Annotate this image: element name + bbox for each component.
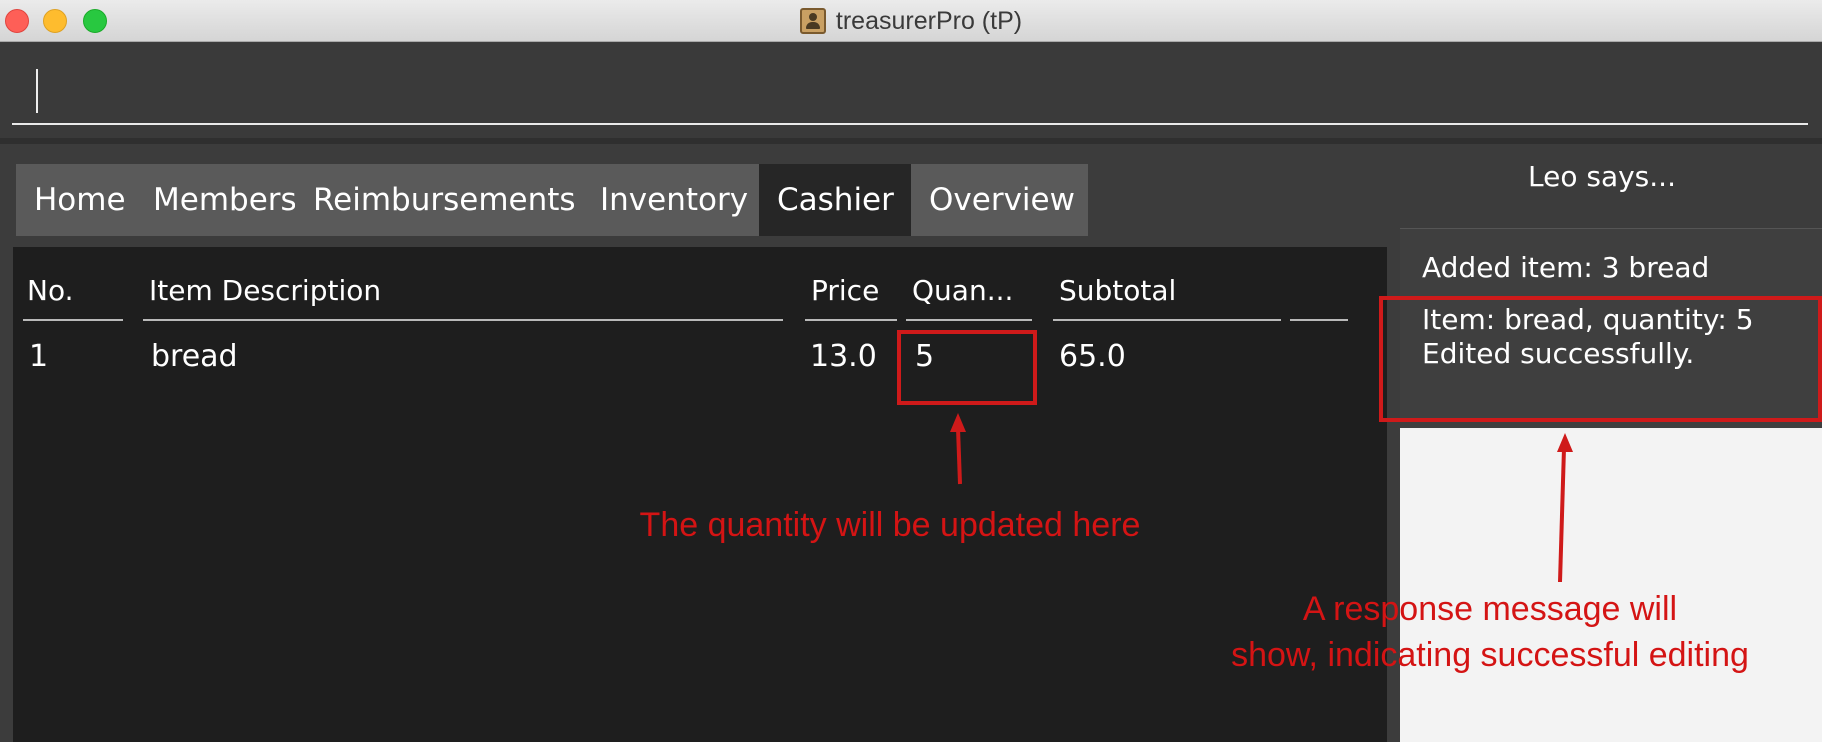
quantity-arrow-shaft <box>956 427 962 485</box>
quantity-arrow-head <box>950 413 966 432</box>
response-arrow-head <box>1557 433 1573 452</box>
response-arrow-shaft <box>1558 447 1566 583</box>
response-annotation-line2: show, indicating successful editing <box>1231 636 1749 674</box>
response-annotation-line1: A response message will <box>1302 590 1678 628</box>
quantity-annotation: The quantity will be updated here <box>639 506 1141 544</box>
